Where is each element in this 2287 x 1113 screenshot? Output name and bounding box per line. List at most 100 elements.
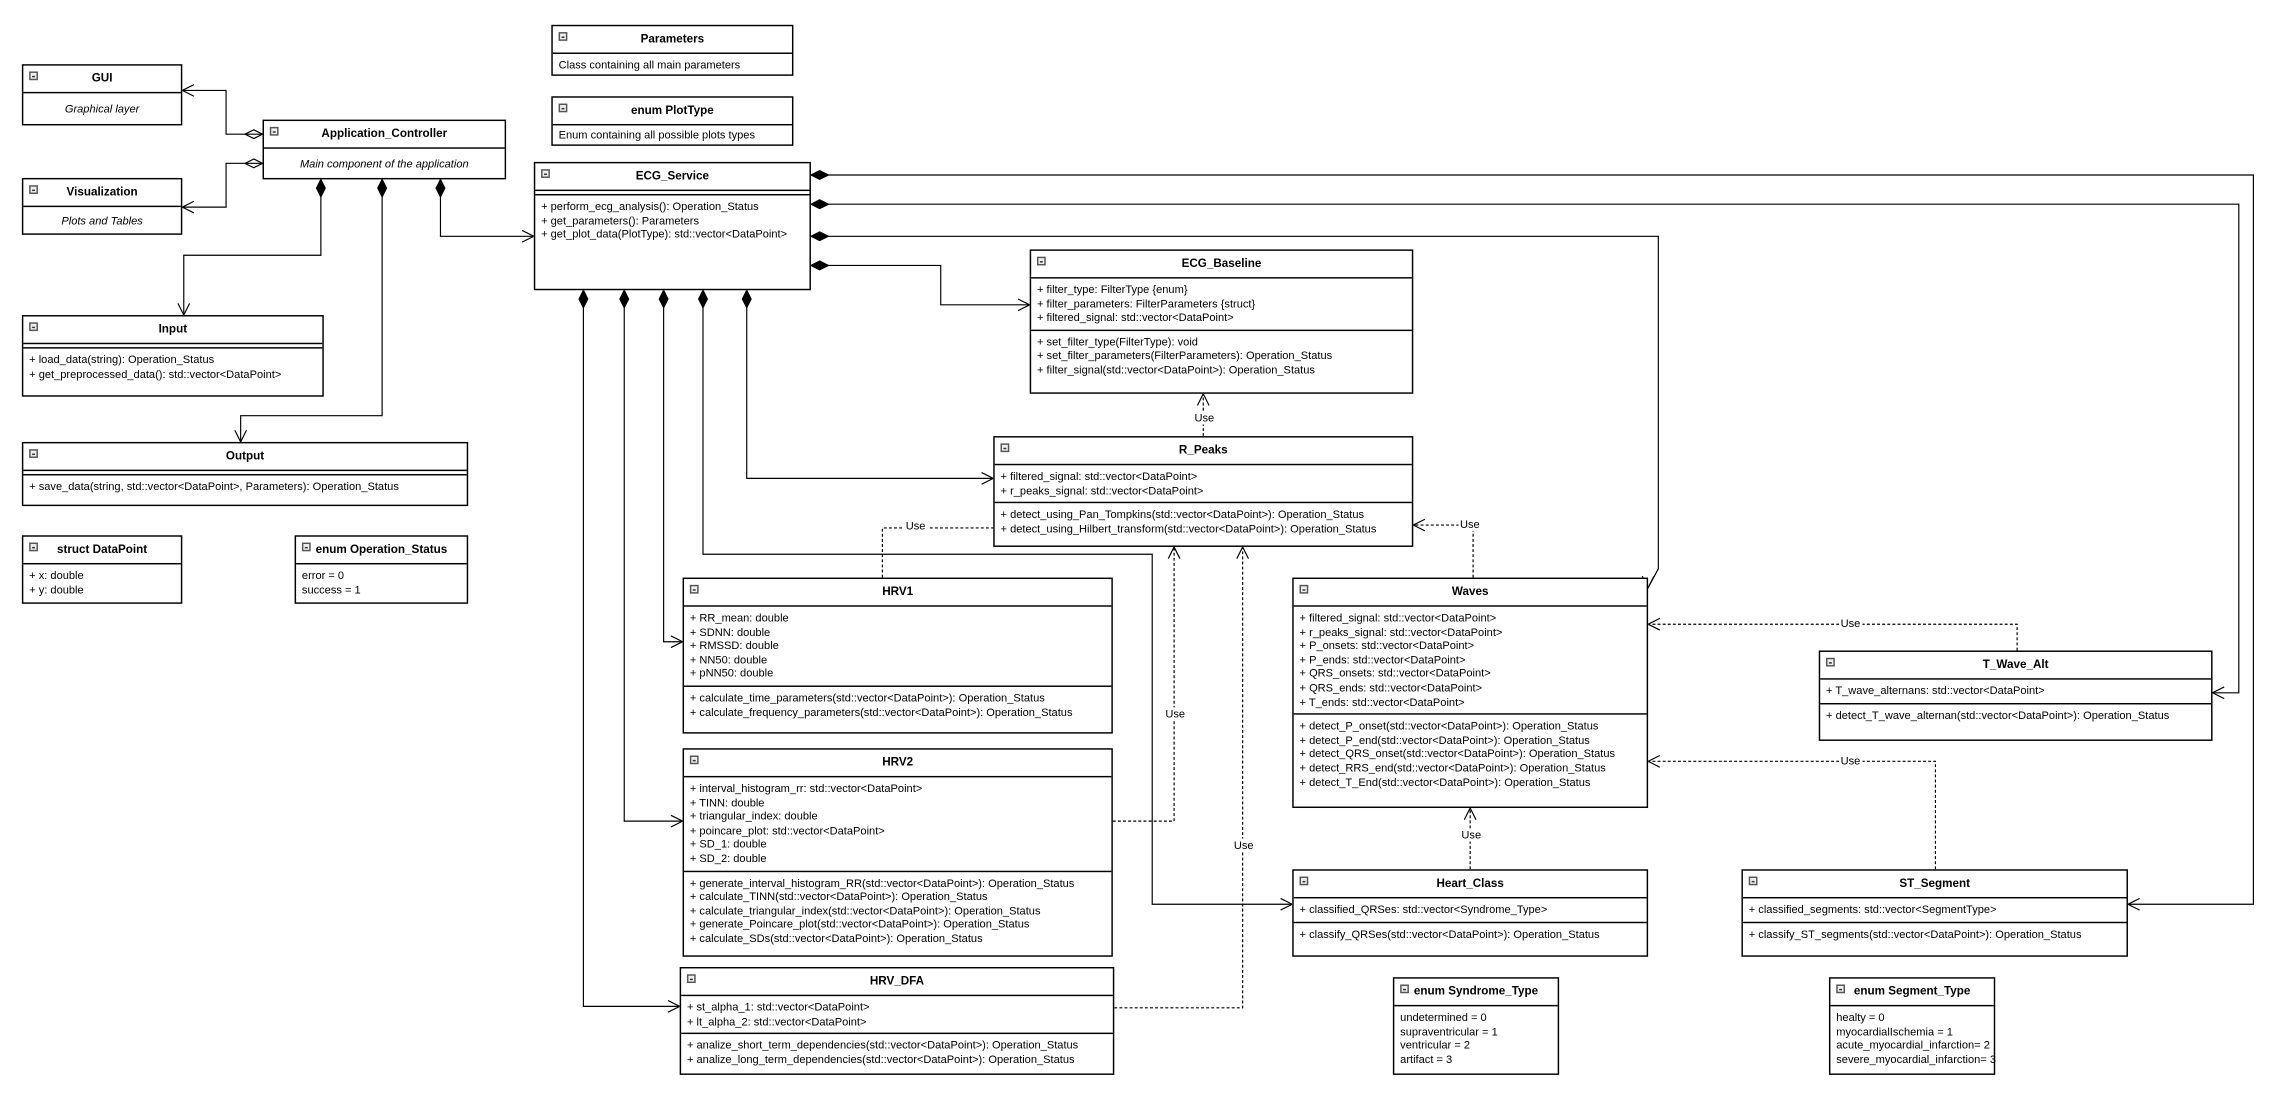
method: + filter_signal(std::vector<DataPoint>):… bbox=[1036, 363, 1315, 377]
class-title: ECG_Baseline bbox=[1031, 251, 1412, 279]
class-title: Parameters bbox=[552, 26, 792, 54]
uml-class-diagram: Parameters Class containing all main para… bbox=[0, 0, 2287, 1113]
attribute: + x: double bbox=[29, 568, 84, 582]
method-section: + calculate_time_parameters(std::vector<… bbox=[684, 685, 1112, 732]
class-title: T_Wave_Alt bbox=[1820, 652, 2212, 680]
class-segtype[interactable]: enum Segment_Type healty = 0 myocardialIsc… bbox=[1828, 977, 1996, 1075]
attribute: + SD_1: double bbox=[689, 837, 767, 851]
attribute: + classified_QRSes: std::vector<Syndrome… bbox=[1299, 902, 1548, 916]
class-stsegment[interactable]: ST_Segment + classified_segments: std::ve… bbox=[1741, 869, 2128, 957]
class-ecgservice[interactable]: ECG_Service + perform_ecg_analysis(): Ope… bbox=[533, 161, 811, 291]
attribute: artifact = 3 bbox=[1400, 1052, 1453, 1066]
attribute: + filtered_signal: std::vector<DataPoint… bbox=[1299, 611, 1497, 625]
association-line bbox=[810, 264, 1030, 306]
method: + detect_P_end(std::vector<DataPoint>): … bbox=[1299, 733, 1590, 747]
collapse-icon[interactable] bbox=[1836, 984, 1846, 994]
collapse-icon[interactable] bbox=[1299, 876, 1309, 886]
collapse-icon[interactable] bbox=[689, 755, 699, 765]
association-line bbox=[623, 290, 683, 822]
use-label: Use bbox=[1839, 616, 1862, 631]
association-line bbox=[663, 290, 683, 643]
collapse-icon[interactable] bbox=[1826, 657, 1835, 667]
class-hrvdfa[interactable]: HRV_DFA + st_alpha_1: std::vector<DataPoi… bbox=[679, 966, 1115, 1075]
collapse-icon[interactable] bbox=[1400, 984, 1409, 994]
collapse-icon[interactable] bbox=[686, 974, 696, 984]
method: + classify_ST_segments(std::vector<DataP… bbox=[1748, 927, 2082, 941]
class-name: enum Segment_Type bbox=[1853, 984, 1971, 998]
method-section: + detect_T_wave_alternan(std::vector<Dat… bbox=[1820, 702, 2212, 739]
class-hrv2[interactable]: HRV2 + interval_histogram_rr: std::vector… bbox=[682, 748, 1113, 957]
association-line bbox=[183, 179, 322, 316]
collapse-icon[interactable] bbox=[558, 103, 568, 113]
method: + detect_using_Hilbert_transform(std::ve… bbox=[1000, 521, 1377, 535]
collapse-icon[interactable] bbox=[29, 449, 38, 458]
collapse-icon[interactable] bbox=[269, 126, 279, 136]
class-gui[interactable]: GUI Graphical layer bbox=[21, 64, 183, 126]
dependency-line bbox=[1413, 524, 1474, 578]
attribute: healty = 0 bbox=[1836, 1010, 1885, 1024]
method: + calculate_TINN(std::vector<DataPoint>)… bbox=[689, 889, 988, 904]
attribute-section: + filter_type: FilterType {enum} + filter… bbox=[1031, 279, 1412, 330]
class-twave[interactable]: T_Wave_Alt+ T_wave_alternans: std::vecto… bbox=[1818, 650, 2213, 741]
dependency-line bbox=[1648, 623, 2018, 651]
attribute: + NN50: double bbox=[689, 653, 768, 667]
method: + generate_interval_histogram_RR(std::ve… bbox=[689, 875, 1075, 890]
collapse-icon[interactable] bbox=[689, 584, 699, 594]
class-plottype[interactable]: enum PlotType Enum containing all possibl… bbox=[551, 96, 794, 146]
attribute: supraventricular = 1 bbox=[1400, 1024, 1498, 1038]
class-waves[interactable]: Waves+ filtered_signal: std::vector<Data… bbox=[1292, 577, 1649, 809]
collapse-icon[interactable] bbox=[1299, 584, 1309, 594]
method: + detect_using_Pan_Tompkins(std::vector<… bbox=[1000, 507, 1365, 521]
class-output[interactable]: Output + save_data(string, std::vector<Da… bbox=[21, 441, 469, 507]
collapse-icon[interactable] bbox=[558, 32, 568, 41]
attribute: + filtered_signal: std::vector<DataPoint… bbox=[1036, 310, 1234, 325]
attribute: + T_wave_alternans: std::vector<DataPoin… bbox=[1826, 684, 2045, 698]
class-input[interactable]: Input + load_data(string): Operation_Stat… bbox=[21, 315, 324, 397]
class-datapoint[interactable]: struct DataPoint + x: double + y: double bbox=[21, 535, 183, 604]
collapse-icon[interactable] bbox=[29, 71, 38, 81]
method: + set_filter_parameters(FilterParameters… bbox=[1036, 349, 1333, 363]
attribute-section: error = 0 success = 1 bbox=[296, 564, 467, 602]
use-label: Use bbox=[1459, 828, 1483, 842]
class-appctrl[interactable]: Application_Controller Main component of … bbox=[262, 119, 507, 180]
attribute-section: undetermined = 0 supraventricular = 1 vent… bbox=[1394, 1006, 1557, 1073]
class-name: ECG_Baseline bbox=[1181, 256, 1262, 270]
collapse-icon[interactable] bbox=[29, 542, 38, 552]
class-title: Visualization bbox=[23, 179, 181, 208]
class-name: T_Wave_Alt bbox=[1982, 657, 2049, 671]
collapse-icon[interactable] bbox=[29, 185, 38, 194]
method-section: + classify_QRSes(std::vector<DataPoint>)… bbox=[1293, 921, 1647, 955]
use-label: Use bbox=[1193, 411, 1216, 425]
method-section: + analize_short_term_dependencies(std::v… bbox=[681, 1032, 1113, 1074]
use-label: Use bbox=[1232, 838, 1256, 852]
class-hrv1[interactable]: HRV1 + RR_mean: double + SDNN: double + RMS… bbox=[682, 577, 1113, 734]
dependency-line bbox=[1114, 546, 1244, 1009]
class-name: ST_Segment bbox=[1899, 876, 1971, 890]
attribute-section: + x: double + y: double bbox=[23, 564, 181, 602]
attribute: + SDNN: double bbox=[689, 625, 771, 639]
collapse-icon[interactable] bbox=[1036, 256, 1046, 266]
method: + detect_QRS_onset(std::vector<DataPoint… bbox=[1299, 747, 1616, 761]
class-description: Main component of the application bbox=[299, 156, 469, 170]
class-description: Class containing all main parameters bbox=[558, 57, 741, 71]
class-title: Waves bbox=[1293, 579, 1647, 607]
collapse-icon[interactable] bbox=[29, 322, 38, 332]
class-parameters[interactable]: Parameters Class containing all main para… bbox=[551, 24, 794, 76]
collapse-icon[interactable] bbox=[301, 542, 311, 552]
class-title: Input bbox=[23, 316, 323, 345]
collapse-icon[interactable] bbox=[1748, 876, 1758, 886]
class-rpeaks[interactable]: R_Peaks + filtered_signal: std::vector<Da… bbox=[993, 436, 1414, 547]
class-baseline[interactable]: ECG_Baseline + filter_type: FilterType {e… bbox=[1029, 249, 1414, 394]
class-description: Enum containing all possible plots types bbox=[558, 128, 756, 142]
class-visualization[interactable]: Visualization Plots and Tables bbox=[21, 177, 183, 235]
collapse-icon[interactable] bbox=[1000, 443, 1010, 453]
attribute: acute_myocardial_infarction= 2 bbox=[1836, 1038, 1990, 1052]
class-opstatus[interactable]: enum Operation_Status error = 0 success = … bbox=[294, 535, 469, 604]
class-syndrome[interactable]: enum Syndrome_Type undetermined = 0 suprav… bbox=[1392, 977, 1560, 1075]
collapse-icon[interactable] bbox=[541, 169, 550, 178]
attribute-section: + RR_mean: double + SDNN: double + RMSSD: … bbox=[684, 607, 1111, 686]
class-title: GUI bbox=[23, 66, 181, 94]
class-title: Output bbox=[23, 443, 467, 472]
class-title: ECG_Service bbox=[535, 163, 810, 192]
class-heartclass[interactable]: Heart_Class + classified_QRSes: std::vect… bbox=[1292, 869, 1649, 957]
